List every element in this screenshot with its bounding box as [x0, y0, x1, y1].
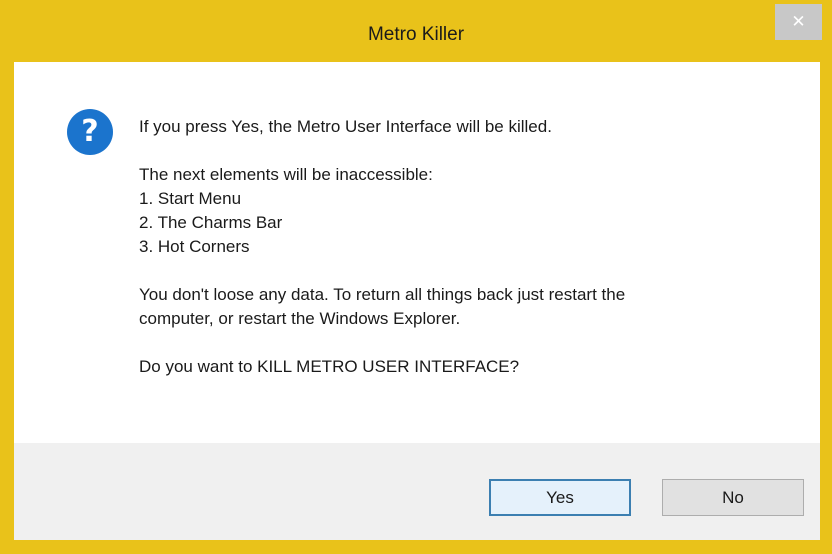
- title-bar[interactable]: Metro Killer: [0, 6, 832, 64]
- button-bar: Yes No: [14, 443, 820, 540]
- dialog-title: Metro Killer: [367, 24, 465, 45]
- yes-button[interactable]: Yes: [489, 479, 631, 516]
- dialog-window: Metro Killer ✕ ? If you press Yes, the M…: [0, 0, 832, 554]
- message-line: computer, or restart the Windows Explore…: [139, 309, 461, 328]
- close-icon: ✕: [791, 12, 806, 31]
- close-button[interactable]: ✕: [775, 4, 822, 40]
- message-line: If you press Yes, the Metro User Interfa…: [139, 117, 552, 136]
- no-button[interactable]: No: [662, 479, 804, 516]
- list-item: 1. Start Menu: [139, 189, 242, 208]
- list-item: 2. The Charms Bar: [139, 213, 283, 232]
- list-item: 3. Hot Corners: [139, 237, 250, 256]
- message-line: You don't loose any data. To return all …: [139, 285, 626, 304]
- message-line: The next elements will be inaccessible:: [139, 165, 433, 184]
- question-icon: ?: [67, 109, 113, 155]
- message-question: Do you want to KILL METRO USER INTERFACE…: [139, 357, 520, 376]
- message-text: If you press Yes, the Metro User Interfa…: [139, 115, 799, 379]
- message-area: ? If you press Yes, the Metro User Inter…: [14, 62, 820, 443]
